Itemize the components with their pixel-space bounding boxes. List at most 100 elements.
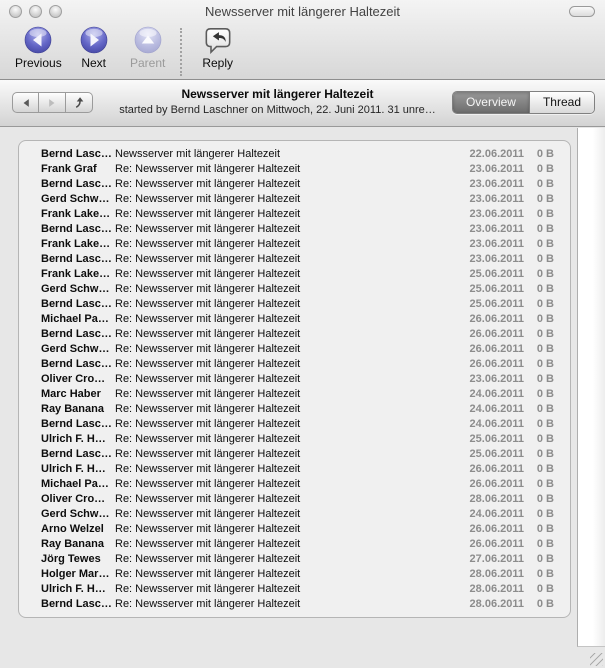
message-subject: Re: Newsserver mit längerer Haltezeit bbox=[115, 312, 448, 327]
table-row[interactable]: Bernd Lasc… Re: Newsserver mit längerer … bbox=[41, 297, 554, 312]
table-row[interactable]: Ray Banana Re: Newsserver mit längerer H… bbox=[41, 537, 554, 552]
table-row[interactable]: Bernd Lasc… Newsserver mit längerer Halt… bbox=[41, 147, 554, 162]
table-row[interactable]: Bernd Lasc… Re: Newsserver mit längerer … bbox=[41, 447, 554, 462]
zoom-button[interactable] bbox=[49, 5, 62, 18]
table-row[interactable]: Michael Pa… Re: Newsserver mit längerer … bbox=[41, 312, 554, 327]
message-size: 0 B bbox=[524, 327, 554, 342]
message-author: Bernd Lasc… bbox=[41, 447, 115, 462]
message-list: Bernd Lasc… Newsserver mit längerer Halt… bbox=[18, 140, 571, 618]
message-subject: Re: Newsserver mit längerer Haltezeit bbox=[115, 372, 448, 387]
next-label: Next bbox=[81, 56, 106, 70]
message-size: 0 B bbox=[524, 147, 554, 162]
message-date: 28.06.2011 bbox=[448, 567, 524, 582]
table-row[interactable]: Oliver Cro… Re: Newsserver mit längerer … bbox=[41, 372, 554, 387]
message-size: 0 B bbox=[524, 162, 554, 177]
message-size: 0 B bbox=[524, 267, 554, 282]
table-row[interactable]: Bernd Lasc… Re: Newsserver mit längerer … bbox=[41, 222, 554, 237]
message-size: 0 B bbox=[524, 357, 554, 372]
table-row[interactable]: Ulrich F. H… Re: Newsserver mit längerer… bbox=[41, 582, 554, 597]
message-date: 25.06.2011 bbox=[448, 267, 524, 282]
table-row[interactable]: Frank Lake… Re: Newsserver mit längerer … bbox=[41, 237, 554, 252]
tab-thread[interactable]: Thread bbox=[530, 92, 594, 113]
message-size: 0 B bbox=[524, 252, 554, 267]
message-date: 25.06.2011 bbox=[448, 297, 524, 312]
message-date: 23.06.2011 bbox=[448, 207, 524, 222]
message-date: 24.06.2011 bbox=[448, 387, 524, 402]
message-author: Bernd Lasc… bbox=[41, 417, 115, 432]
message-subject: Re: Newsserver mit längerer Haltezeit bbox=[115, 342, 448, 357]
message-author: Michael Pa… bbox=[41, 477, 115, 492]
table-row[interactable]: Marc Haber Re: Newsserver mit längerer H… bbox=[41, 387, 554, 402]
table-row[interactable]: Ulrich F. H… Re: Newsserver mit längerer… bbox=[41, 432, 554, 447]
message-date: 23.06.2011 bbox=[448, 372, 524, 387]
message-author: Ulrich F. H… bbox=[41, 432, 115, 447]
message-date: 28.06.2011 bbox=[448, 582, 524, 597]
table-row[interactable]: Bernd Lasc… Re: Newsserver mit längerer … bbox=[41, 597, 554, 612]
message-author: Ulrich F. H… bbox=[41, 462, 115, 477]
message-subject: Re: Newsserver mit längerer Haltezeit bbox=[115, 522, 448, 537]
message-size: 0 B bbox=[524, 342, 554, 357]
tab-overview[interactable]: Overview bbox=[453, 92, 530, 113]
table-row[interactable]: Oliver Cro… Re: Newsserver mit längerer … bbox=[41, 492, 554, 507]
scrollbar-track[interactable] bbox=[577, 128, 605, 647]
titlebar[interactable]: Newsserver mit längerer Haltezeit bbox=[0, 0, 605, 22]
table-row[interactable]: Arno Welzel Re: Newsserver mit längerer … bbox=[41, 522, 554, 537]
table-row[interactable]: Bernd Lasc… Re: Newsserver mit längerer … bbox=[41, 252, 554, 267]
forward-button[interactable] bbox=[39, 92, 66, 113]
table-row[interactable]: Gerd Schw… Re: Newsserver mit längerer H… bbox=[41, 282, 554, 297]
thread-header: Newsserver mit längerer Haltezeit starte… bbox=[0, 80, 605, 127]
message-date: 26.06.2011 bbox=[448, 537, 524, 552]
message-date: 26.06.2011 bbox=[448, 327, 524, 342]
previous-button[interactable]: Previous bbox=[15, 26, 62, 70]
message-author: Gerd Schw… bbox=[41, 507, 115, 522]
table-row[interactable]: Gerd Schw… Re: Newsserver mit längerer H… bbox=[41, 342, 554, 357]
resize-grip[interactable] bbox=[590, 653, 603, 666]
message-subject: Re: Newsserver mit längerer Haltezeit bbox=[115, 477, 448, 492]
message-subject: Re: Newsserver mit längerer Haltezeit bbox=[115, 432, 448, 447]
window-controls bbox=[0, 5, 62, 18]
message-size: 0 B bbox=[524, 582, 554, 597]
up-to-parent-button[interactable] bbox=[66, 92, 93, 113]
message-size: 0 B bbox=[524, 237, 554, 252]
app-window: Newsserver mit längerer Haltezeit Previo… bbox=[0, 0, 605, 668]
message-date: 23.06.2011 bbox=[448, 237, 524, 252]
close-button[interactable] bbox=[9, 5, 22, 18]
message-date: 24.06.2011 bbox=[448, 402, 524, 417]
message-size: 0 B bbox=[524, 177, 554, 192]
minimize-button[interactable] bbox=[29, 5, 42, 18]
table-row[interactable]: Gerd Schw… Re: Newsserver mit längerer H… bbox=[41, 192, 554, 207]
message-date: 26.06.2011 bbox=[448, 342, 524, 357]
next-button[interactable]: Next bbox=[72, 26, 116, 70]
message-subject: Re: Newsserver mit längerer Haltezeit bbox=[115, 537, 448, 552]
back-button[interactable] bbox=[12, 92, 39, 113]
table-row[interactable]: Jörg Tewes Re: Newsserver mit längerer H… bbox=[41, 552, 554, 567]
parent-button[interactable]: Parent bbox=[126, 26, 170, 70]
message-author: Gerd Schw… bbox=[41, 342, 115, 357]
table-row[interactable]: Ulrich F. H… Re: Newsserver mit längerer… bbox=[41, 462, 554, 477]
table-row[interactable]: Holger Mar… Re: Newsserver mit längerer … bbox=[41, 567, 554, 582]
message-size: 0 B bbox=[524, 552, 554, 567]
thread-title-block: Newsserver mit längerer Haltezeit starte… bbox=[108, 87, 447, 116]
toolbar-toggle-pill-button[interactable] bbox=[569, 6, 595, 17]
table-row[interactable]: Bernd Lasc… Re: Newsserver mit längerer … bbox=[41, 357, 554, 372]
message-author: Oliver Cro… bbox=[41, 372, 115, 387]
table-row[interactable]: Bernd Lasc… Re: Newsserver mit längerer … bbox=[41, 177, 554, 192]
message-subject: Re: Newsserver mit längerer Haltezeit bbox=[115, 237, 448, 252]
message-author: Bernd Lasc… bbox=[41, 297, 115, 312]
message-size: 0 B bbox=[524, 297, 554, 312]
table-row[interactable]: Frank Graf Re: Newsserver mit längerer H… bbox=[41, 162, 554, 177]
reply-button[interactable]: Reply bbox=[196, 26, 240, 70]
message-size: 0 B bbox=[524, 477, 554, 492]
table-row[interactable]: Bernd Lasc… Re: Newsserver mit längerer … bbox=[41, 417, 554, 432]
message-date: 23.06.2011 bbox=[448, 222, 524, 237]
message-date: 23.06.2011 bbox=[448, 162, 524, 177]
table-row[interactable]: Michael Pa… Re: Newsserver mit längerer … bbox=[41, 477, 554, 492]
table-row[interactable]: Ray Banana Re: Newsserver mit längerer H… bbox=[41, 402, 554, 417]
table-row[interactable]: Frank Lake… Re: Newsserver mit längerer … bbox=[41, 267, 554, 282]
table-row[interactable]: Frank Lake… Re: Newsserver mit längerer … bbox=[41, 207, 554, 222]
message-author: Frank Lake… bbox=[41, 207, 115, 222]
message-subject: Re: Newsserver mit längerer Haltezeit bbox=[115, 447, 448, 462]
message-date: 25.06.2011 bbox=[448, 432, 524, 447]
table-row[interactable]: Gerd Schw… Re: Newsserver mit längerer H… bbox=[41, 507, 554, 522]
table-row[interactable]: Bernd Lasc… Re: Newsserver mit längerer … bbox=[41, 327, 554, 342]
